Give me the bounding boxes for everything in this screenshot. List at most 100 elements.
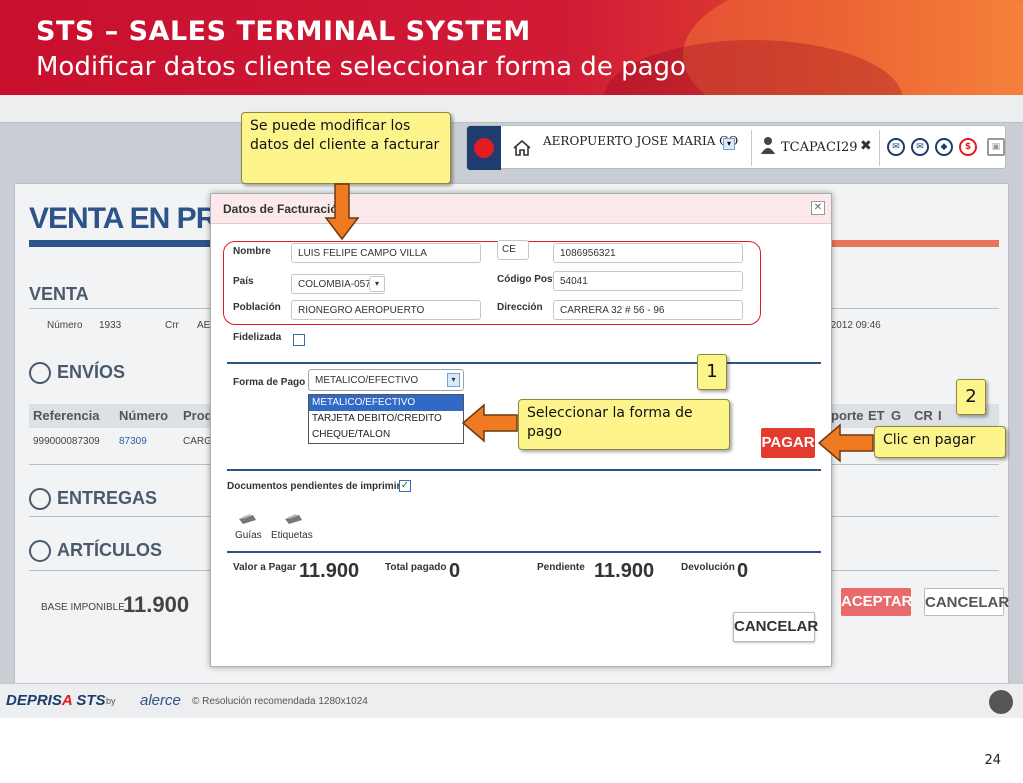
- pais-label: País: [233, 276, 254, 287]
- nombre-label: Nombre: [233, 246, 271, 257]
- total-pagado-value: 0: [449, 560, 461, 582]
- codigo-postal-input[interactable]: 54041: [553, 271, 743, 291]
- payment-method-dropdown: METALICO/EFECTIVO TARJETA DEBITO/CREDITO…: [308, 394, 464, 444]
- row-referencia: 999000087309: [33, 436, 100, 447]
- payment-option-cheque[interactable]: CHEQUE/TALON: [309, 427, 463, 443]
- resolution-note: © Resolución recomendada 1280x1024: [192, 696, 368, 707]
- column-i: I: [938, 408, 942, 423]
- cash-icon[interactable]: $: [959, 138, 977, 156]
- numero-value: 1933: [99, 320, 122, 331]
- cancel-sale-button[interactable]: CANCELAR: [924, 588, 1009, 616]
- total-pagado-label: Total pagado: [385, 562, 447, 573]
- app-logo-icon: [467, 126, 501, 170]
- fidelizada-label: Fidelizada: [233, 332, 282, 343]
- mail-icon[interactable]: ✉: [911, 138, 929, 156]
- divider: [227, 469, 821, 471]
- chevron-down-icon[interactable]: ▾: [369, 276, 385, 292]
- row-numero-link[interactable]: 87309: [119, 436, 147, 447]
- app-footer: DEPRISA STS by alerce © Resolución recom…: [0, 683, 1023, 718]
- articulos-icon: [29, 540, 51, 562]
- numero-label: Número: [47, 320, 83, 331]
- divider: [227, 362, 821, 364]
- valor-pagar-label: Valor a Pagar: [233, 562, 297, 573]
- toolbar-divider: [751, 130, 752, 166]
- slide-title: STS – SALES TERMINAL SYSTEM: [36, 16, 531, 47]
- footer-by: by: [106, 696, 116, 706]
- forma-pago-label: Forma de Pago: [233, 377, 306, 388]
- docs-pending-checkbox[interactable]: ✓: [399, 480, 411, 492]
- accept-button[interactable]: ACEPTAR: [841, 588, 912, 616]
- etiquetas-label[interactable]: Etiquetas: [271, 530, 313, 541]
- section-envios: ENVÍOS: [57, 362, 126, 382]
- printer-icon[interactable]: [237, 512, 257, 526]
- bag-icon[interactable]: ◆: [935, 138, 953, 156]
- document-type-value: CE: [502, 244, 516, 255]
- logout-icon[interactable]: ✖: [860, 138, 872, 154]
- column-cr: CR: [914, 408, 933, 423]
- section-articulos: ARTÍCULOS: [57, 540, 162, 560]
- cancel-button[interactable]: CANCELAR: [733, 612, 818, 642]
- payment-option-tarjeta[interactable]: TARJETA DEBITO/CREDITO: [309, 411, 463, 427]
- printer-icon[interactable]: [283, 512, 303, 526]
- lock-icon[interactable]: ▣: [987, 138, 1005, 156]
- guias-label[interactable]: Guías: [235, 530, 262, 541]
- fidelizada-checkbox[interactable]: [293, 334, 305, 346]
- step-1-marker: 1: [697, 354, 727, 390]
- column-et: ET: [868, 408, 885, 423]
- pendiente-value: 11.900: [594, 560, 655, 582]
- entregas-icon: [29, 488, 51, 510]
- top-toolbar: AEROPUERTO JOSE MARIA CO ▾ TCAPACI29 ✖ ✉…: [466, 125, 1006, 170]
- column-referencia: Referencia: [33, 408, 100, 423]
- callout-modificar: Se puede modificar los datos del cliente…: [241, 112, 451, 184]
- callout-clic-pagar: Clic en pagar: [874, 426, 1006, 458]
- column-g: G: [891, 408, 902, 423]
- document-number-input[interactable]: 1086956321: [553, 243, 743, 263]
- direccion-label: Dirección: [497, 302, 543, 313]
- pendiente-label: Pendiente: [537, 562, 585, 573]
- slide-subtitle: Modificar datos cliente seleccionar form…: [36, 52, 686, 82]
- user-name: TCAPACI29: [781, 140, 858, 155]
- docs-pending-label: Documentos pendientes de imprimir: [227, 481, 401, 492]
- airport-select[interactable]: AEROPUERTO JOSE MARIA CO: [543, 134, 738, 148]
- chevron-down-icon[interactable]: ▾: [447, 373, 460, 387]
- dialog-header: Datos de Facturación ✕: [211, 194, 831, 224]
- arrow-down-icon: [324, 183, 360, 241]
- step-2-marker: 2: [956, 379, 986, 415]
- nombre-input[interactable]: LUIS FELIPE CAMPO VILLA: [291, 243, 481, 263]
- base-imponible-value: 11.900: [123, 592, 190, 617]
- alerce-logo: alerce: [140, 692, 181, 709]
- chevron-down-icon[interactable]: ▾: [723, 138, 735, 150]
- brand-sts: STS: [76, 692, 106, 709]
- base-imponible-label: BASE IMPONIBLE: [41, 602, 125, 613]
- messages-icon[interactable]: ✉: [887, 138, 905, 156]
- document-type-select[interactable]: CE: [497, 240, 529, 260]
- column-numero: Número: [119, 408, 169, 423]
- slide-header: STS – SALES TERMINAL SYSTEM Modificar da…: [0, 0, 1023, 95]
- poblacion-label: Población: [233, 302, 281, 313]
- devolucion-value: 0: [737, 560, 749, 582]
- envios-icon: [29, 362, 51, 384]
- user-icon: [761, 137, 775, 154]
- payment-method-select[interactable]: METALICO/EFECTIVO ▾: [308, 369, 464, 391]
- arrow-left-icon: [461, 403, 518, 443]
- divider: [227, 551, 821, 553]
- poblacion-input[interactable]: RIONEGRO AEROPUERTO: [291, 300, 481, 320]
- valor-pagar-value: 11.900: [299, 560, 360, 582]
- callout-seleccionar: Seleccionar la forma de pago: [518, 399, 730, 450]
- crr-label: Crr: [165, 320, 179, 331]
- payment-option-efectivo[interactable]: METALICO/EFECTIVO: [309, 395, 463, 411]
- deprisa-logo: DEPRISA STS: [6, 692, 106, 709]
- pay-button[interactable]: PAGAR: [761, 428, 815, 458]
- home-icon[interactable]: [513, 140, 531, 156]
- apps-grid-icon[interactable]: [989, 690, 1013, 714]
- page-number: 24: [984, 753, 1001, 768]
- devolucion-label: Devolución: [681, 562, 735, 573]
- section-venta: VENTA: [29, 284, 89, 304]
- brand-a: A: [61, 692, 73, 709]
- close-icon[interactable]: ✕: [811, 201, 825, 215]
- browser-strip: [0, 95, 1023, 123]
- arrow-left-icon: [817, 423, 874, 463]
- column-porte: porte: [831, 408, 864, 423]
- direccion-input[interactable]: CARRERA 32 # 56 - 96: [553, 300, 743, 320]
- payment-method-value: METALICO/EFECTIVO: [315, 375, 419, 386]
